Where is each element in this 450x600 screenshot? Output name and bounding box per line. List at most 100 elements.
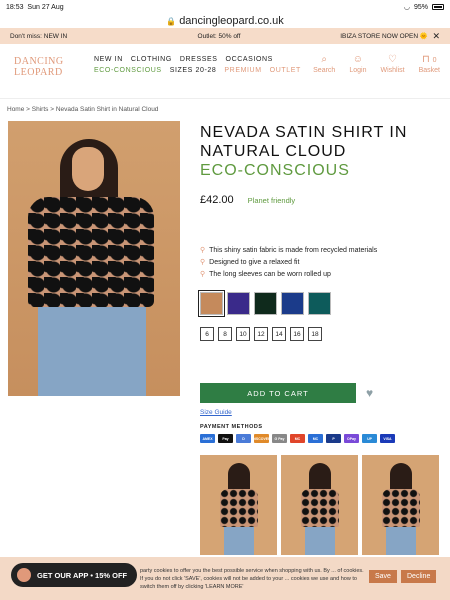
- swatch-1[interactable]: [198, 290, 225, 317]
- thumbnail-side[interactable]: [362, 455, 439, 555]
- nav-eco-conscious[interactable]: ECO-CONSCIOUS: [94, 65, 162, 76]
- product-price: £42.00: [200, 194, 234, 206]
- thumbnail-front[interactable]: [200, 455, 277, 555]
- url-bar[interactable]: 🔒 dancingleopard.co.uk: [0, 14, 450, 28]
- nav-outlet[interactable]: OUTLET: [270, 65, 301, 76]
- get-app-button[interactable]: GET OUR APP • 15% OFF: [11, 563, 138, 587]
- size-option[interactable]: 8: [218, 327, 232, 341]
- logo-line-1: DANCING: [14, 56, 64, 67]
- size-option[interactable]: 18: [308, 327, 322, 341]
- payment-logo: UP: [362, 434, 377, 443]
- site-header: DANCING LEOPARD NEW IN CLOTHING DRESSES …: [0, 44, 450, 99]
- cookie-save-button[interactable]: Save: [369, 570, 397, 583]
- status-left: 18:53 Sun 27 Aug: [6, 4, 64, 11]
- close-icon[interactable]: ✕: [428, 31, 440, 42]
- size-option[interactable]: 10: [236, 327, 250, 341]
- nav-dresses[interactable]: DRESSES: [180, 54, 218, 65]
- pin-icon: ⚲: [200, 247, 206, 254]
- payment-methods-label: PAYMENT METHODS: [200, 424, 263, 430]
- wishlist-button[interactable]: ♡ Wishlist: [380, 54, 404, 74]
- pin-icon: ⚲: [200, 259, 206, 266]
- feature-text: Designed to give a relaxed fit: [209, 258, 300, 266]
- price-row: £42.00 Planet friendly: [200, 194, 440, 206]
- color-swatches: [198, 290, 440, 317]
- add-to-cart-button[interactable]: ADD TO CART: [200, 383, 356, 403]
- login-button[interactable]: ☺ Login: [349, 54, 366, 74]
- swatch-3[interactable]: [254, 292, 277, 315]
- promo-outlet[interactable]: Outlet: 50% off: [149, 33, 288, 40]
- size-guide-link[interactable]: Size Guide: [200, 409, 440, 416]
- product-photo[interactable]: [8, 121, 180, 396]
- feature-list: ⚲ This shiny satin fabric is made from r…: [200, 244, 440, 280]
- get-app-label: GET OUR APP • 15% OFF: [37, 570, 128, 580]
- swatch-5[interactable]: [308, 292, 331, 315]
- wishlist-heart-icon[interactable]: ♥: [366, 386, 373, 400]
- app-icon: [17, 568, 31, 582]
- payment-logo: OPay: [344, 434, 359, 443]
- breadcrumb-shirts[interactable]: Shirts: [32, 106, 49, 113]
- cookie-text: party cookies to offer you the best poss…: [140, 568, 364, 590]
- logo-line-2: LEOPARD: [14, 67, 63, 78]
- payment-logo: VISA: [380, 434, 395, 443]
- payment-logo: Pay: [218, 434, 233, 443]
- product-eco-label: ECO-CONSCIOUS: [200, 162, 350, 179]
- logo[interactable]: DANCING LEOPARD: [14, 56, 84, 78]
- breadcrumb-current: Nevada Satin Shirt in Natural Cloud: [55, 106, 159, 113]
- login-label: Login: [349, 67, 367, 74]
- product-info: NEVADA SATIN SHIRT IN NATURAL CLOUD ECO-…: [180, 121, 450, 555]
- feature-text: The long sleeves can be worn rolled up: [209, 270, 331, 278]
- promo-ibiza[interactable]: IBIZA STORE NOW OPEN 🌞: [289, 32, 428, 40]
- payment-methods: AMEX Pay D DISCOVER G Pay MC MC P OPay U…: [200, 434, 440, 443]
- search-button[interactable]: ⌕ Search: [313, 54, 335, 74]
- header-icons: ⌕ Search ☺ Login ♡ Wishlist ⊓ 0 Basket: [313, 54, 440, 74]
- nav-clothing[interactable]: CLOTHING: [131, 54, 172, 65]
- payment-logo: DISCOVER: [252, 434, 271, 443]
- status-date: Sun 27 Aug: [27, 3, 64, 11]
- feature-item: ⚲ This shiny satin fabric is made from r…: [200, 244, 440, 256]
- wishlist-label: Wishlist: [380, 67, 405, 74]
- heart-icon: ♡: [388, 54, 398, 65]
- payment-logo: MC: [290, 434, 305, 443]
- cookie-decline-button[interactable]: Decline: [401, 570, 437, 583]
- feature-text: This shiny satin fabric is made from rec…: [209, 246, 378, 254]
- payment-logo: G Pay: [272, 434, 287, 443]
- size-selector: 6 8 10 12 14 16 18: [200, 327, 440, 341]
- payment-logo: AMEX: [200, 434, 215, 443]
- payment-logo: P: [326, 434, 341, 443]
- nav-new-in[interactable]: NEW IN: [94, 54, 123, 65]
- cart-row: ADD TO CART ♥: [200, 383, 440, 403]
- basket-button[interactable]: ⊓ 0 Basket: [419, 54, 440, 74]
- search-icon: ⌕: [321, 54, 328, 65]
- planet-friendly-badge[interactable]: Planet friendly: [248, 196, 296, 205]
- feature-item: ⚲ Designed to give a relaxed fit: [200, 256, 440, 268]
- size-option[interactable]: 12: [254, 327, 268, 341]
- basket-count: 0: [432, 57, 437, 64]
- size-option[interactable]: 14: [272, 327, 286, 341]
- breadcrumb-home[interactable]: Home: [7, 106, 24, 113]
- status-time: 18:53: [6, 3, 24, 11]
- basket-label: Basket: [418, 67, 440, 74]
- payment-logo: D: [236, 434, 251, 443]
- wifi-icon: ◡: [403, 4, 410, 11]
- user-icon: ☺: [352, 54, 363, 65]
- nav-sizes[interactable]: SIZES 20-28: [170, 65, 217, 76]
- pin-icon: ⚲: [200, 271, 206, 278]
- feature-item: ⚲ The long sleeves can be worn rolled up: [200, 268, 440, 280]
- size-option[interactable]: 16: [290, 327, 304, 341]
- thumbnail-back[interactable]: [281, 455, 358, 555]
- status-bar: 18:53 Sun 27 Aug ◡ 95%: [0, 0, 450, 14]
- search-label: Search: [313, 67, 336, 74]
- promo-bar: Don't miss: NEW IN Outlet: 50% off IBIZA…: [0, 28, 450, 44]
- swatch-4[interactable]: [281, 292, 304, 315]
- swatch-2[interactable]: [227, 292, 250, 315]
- nav-premium[interactable]: PREMIUM: [224, 65, 261, 76]
- url-text[interactable]: dancingleopard.co.uk: [179, 15, 284, 27]
- product-main: NEVADA SATIN SHIRT IN NATURAL CLOUD ECO-…: [0, 121, 450, 555]
- main-nav: NEW IN CLOTHING DRESSES OCCASIONS ECO-CO…: [84, 54, 313, 76]
- product-thumbnails: [200, 455, 440, 555]
- breadcrumb: Home > Shirts > Nevada Satin Shirt in Na…: [7, 106, 159, 113]
- size-option[interactable]: 6: [200, 327, 214, 341]
- nav-occasions[interactable]: OCCASIONS: [226, 54, 273, 65]
- promo-new-in[interactable]: Don't miss: NEW IN: [10, 33, 149, 40]
- product-title: NEVADA SATIN SHIRT IN NATURAL CLOUD: [200, 124, 408, 160]
